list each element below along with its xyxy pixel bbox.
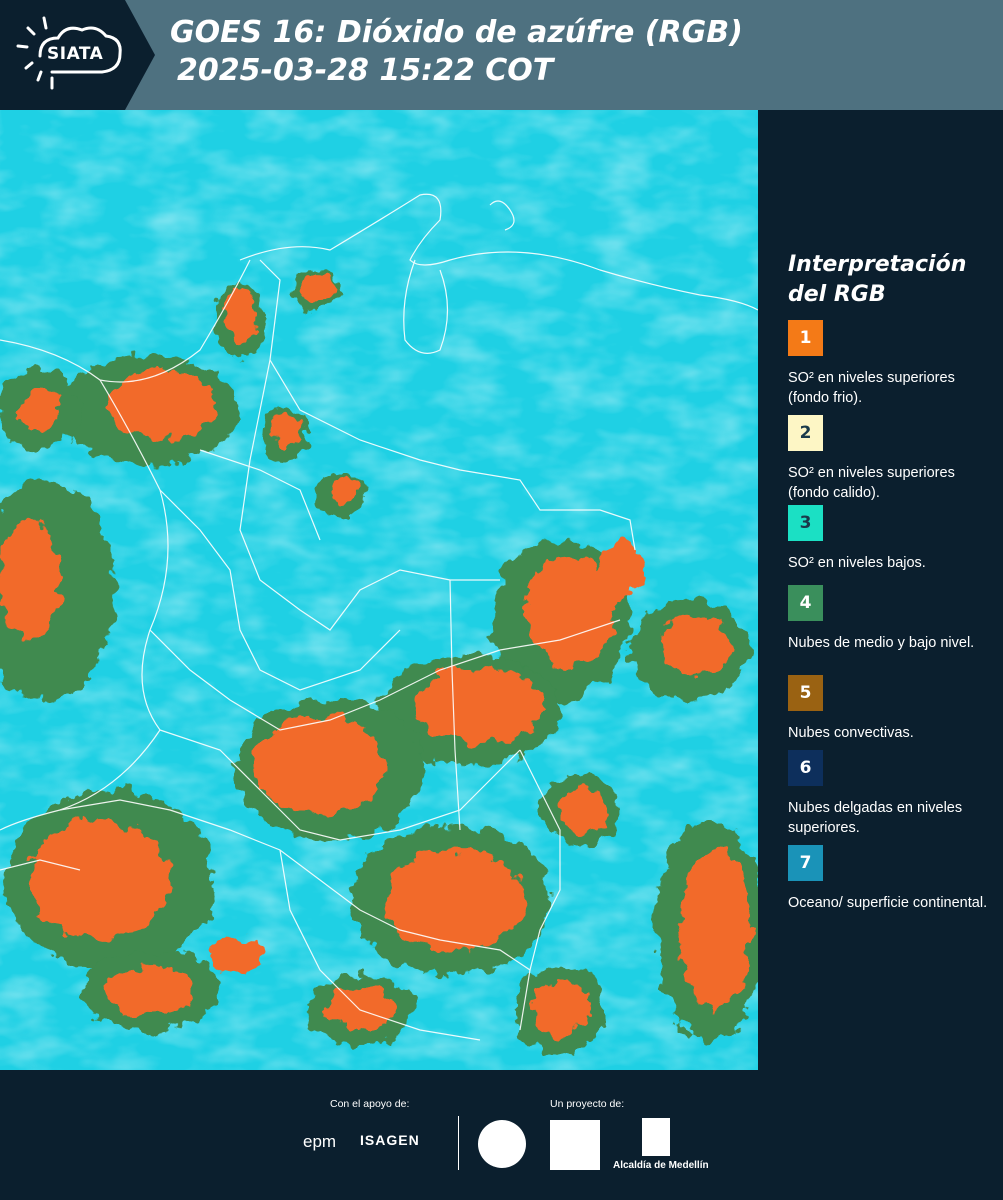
legend-swatch: 3 [788, 505, 823, 541]
legend-item: 6 Nubes delgadas en niveles superiores. [788, 750, 998, 838]
satellite-image [0, 110, 758, 1070]
legend-label: Nubes de medio y bajo nivel. [788, 635, 975, 651]
area-metropolitana-logo-icon [550, 1120, 600, 1170]
legend-item: 7 Oceano/ superficie continental. [788, 845, 998, 913]
legend-swatch: 2 [788, 415, 823, 451]
legend-item: 4 Nubes de medio y bajo nivel. [788, 585, 998, 653]
page-title: GOES 16: Dióxido de azúfre (RGB) [170, 15, 743, 50]
legend-swatch: 7 [788, 845, 823, 881]
legend-item: 5 Nubes convectivas. [788, 675, 998, 743]
epm-logo: epm [303, 1132, 337, 1151]
project-label: Un proyecto de: [550, 1098, 625, 1110]
legend-panel: Interpretación del RGB 1 SO² en niveles s… [758, 110, 1003, 1070]
header-bar: SIATA GOES 16: Dióxido de azúfre (RGB) 2… [0, 0, 1003, 110]
alcaldia-label: Alcaldía de Medellín [613, 1160, 709, 1171]
legend-swatch: 6 [788, 750, 823, 786]
logo-text: SIATA [47, 44, 104, 64]
legend-swatch: 5 [788, 675, 823, 711]
satellite-map-graphic [0, 110, 758, 1070]
legend-title-line2: del RGB [788, 282, 886, 307]
timestamp: 2025-03-28 15:22 COT [177, 53, 554, 88]
legend-label: Nubes convectivas. [788, 725, 914, 741]
footer-divider [458, 1116, 459, 1170]
legend-label: SO² en niveles superiores (fondo calido)… [788, 465, 955, 501]
legend-label: Nubes delgadas en niveles superiores. [788, 800, 963, 836]
legend-swatch: 1 [788, 320, 823, 356]
legend-label: SO² en niveles superiores (fondo frio). [788, 370, 955, 406]
legend-item: 3 SO² en niveles bajos. [788, 505, 998, 573]
medellin-seal-icon [478, 1120, 526, 1168]
legend-title: Interpretación del RGB [788, 250, 998, 310]
legend-item: 1 SO² en niveles superiores (fondo frio). [788, 320, 998, 408]
alcaldia-shield-icon [642, 1118, 670, 1156]
footer: Con el apoyo de: Un proyecto de: epm ISA… [0, 1070, 1003, 1200]
siata-logo: SIATA [0, 0, 155, 110]
support-label: Con el apoyo de: [330, 1098, 410, 1110]
legend-title-line1: Interpretación [788, 252, 967, 277]
isagen-logo: ISAGEN [360, 1132, 420, 1148]
legend-label: SO² en niveles bajos. [788, 555, 926, 571]
legend-swatch: 4 [788, 585, 823, 621]
legend-item: 2 SO² en niveles superiores (fondo calido… [788, 415, 998, 503]
legend-label: Oceano/ superficie continental. [788, 895, 988, 911]
